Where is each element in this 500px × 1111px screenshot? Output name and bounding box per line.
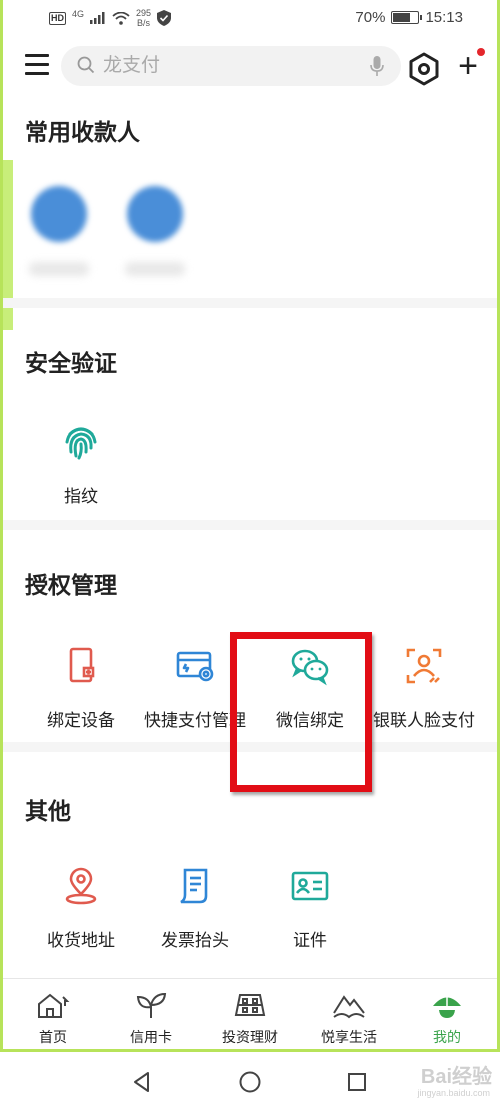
bind-device-label: 绑定设备	[47, 711, 115, 730]
net-speed: 295 B/s	[136, 8, 151, 28]
device-icon	[69, 647, 95, 683]
face-pay-label: 银联人脸支付	[373, 711, 475, 730]
wifi-icon	[112, 11, 130, 25]
clock: 15:13	[425, 9, 463, 26]
tab-lifestyle[interactable]: 悦享生活	[299, 991, 399, 1047]
id-card-icon	[291, 871, 329, 901]
investment-icon	[234, 994, 266, 1016]
address-item[interactable]: 收货地址	[21, 866, 141, 951]
fingerprint-label: 指纹	[64, 487, 98, 506]
status-bar: HD 4G 295 B/s 70% 15:13	[3, 0, 497, 36]
bind-device-item[interactable]: 绑定设备	[21, 646, 141, 731]
status-left: HD 4G 295 B/s	[49, 8, 172, 28]
id-label: 证件	[293, 931, 327, 950]
mountain-icon	[333, 995, 365, 1019]
card-settings-icon	[176, 651, 214, 682]
tab-credit-card[interactable]: 信用卡	[101, 991, 201, 1047]
top-bar: +	[3, 40, 497, 96]
payee-name-blurred	[29, 262, 89, 276]
home-button-icon[interactable]	[238, 1070, 262, 1094]
battery-icon	[391, 11, 423, 24]
network-label: 4G	[72, 9, 85, 19]
invoice-label: 发票抬头	[161, 931, 229, 950]
tab-investment[interactable]: 投资理财	[200, 991, 300, 1047]
tab-label: 悦享生活	[321, 1029, 377, 1045]
security-title: 安全验证	[25, 350, 117, 376]
tab-mine[interactable]: 我的	[397, 991, 497, 1047]
tab-label: 信用卡	[130, 1029, 172, 1045]
status-right: 70% 15:13	[355, 9, 463, 26]
sprout-icon	[136, 992, 167, 1018]
profile-icon	[433, 994, 461, 1018]
face-pay-icon	[406, 648, 442, 684]
microphone-icon[interactable]	[369, 55, 385, 77]
face-pay-item[interactable]: 银联人脸支付	[364, 646, 484, 731]
section-divider	[3, 520, 497, 530]
payees-title: 常用收款人	[25, 119, 140, 145]
fingerprint-icon	[65, 427, 97, 460]
settings-hex-icon[interactable]	[407, 52, 441, 86]
add-button[interactable]: +	[453, 49, 483, 83]
tab-home[interactable]: 首页	[3, 991, 103, 1047]
tab-bar: 首页 信用卡 投资理财 悦享生活 我的	[3, 978, 497, 1049]
invoice-icon	[180, 868, 208, 904]
fingerprint-item[interactable]: 指纹	[21, 422, 141, 507]
shield-icon	[157, 10, 172, 26]
battery-fill	[393, 13, 410, 22]
watermark-text: Bai经验	[420, 1066, 492, 1088]
invoice-item[interactable]: 发票抬头	[135, 866, 255, 951]
auth-title: 授权管理	[25, 572, 117, 598]
recents-icon[interactable]	[345, 1070, 369, 1094]
address-label: 收货地址	[47, 931, 115, 950]
signal-icon	[90, 12, 105, 24]
highlight-box	[230, 632, 372, 792]
search-bar[interactable]	[61, 46, 401, 86]
tab-label: 我的	[433, 1029, 461, 1045]
hd-badge: HD	[49, 11, 66, 25]
other-title: 其他	[25, 798, 71, 824]
tab-label: 投资理财	[222, 1029, 278, 1045]
net-speed-value: 295	[136, 8, 152, 18]
notification-dot	[477, 48, 485, 56]
app-frame: HD 4G 295B/s 70% 15:13 + 常用收款人 安全验证	[0, 0, 500, 1052]
system-nav-bar: Bai经验 jingyan.baidu.com	[0, 1052, 500, 1111]
id-item[interactable]: 证件	[250, 866, 370, 951]
tab-label: 首页	[39, 1029, 67, 1045]
battery-percent: 70%	[355, 9, 386, 26]
net-speed-unit: B/s	[137, 18, 151, 28]
search-icon	[77, 56, 95, 74]
payee-avatar[interactable]	[31, 186, 87, 242]
section-divider	[3, 298, 497, 308]
menu-icon[interactable]	[25, 54, 49, 78]
location-icon	[65, 867, 97, 905]
payee-avatar[interactable]	[127, 186, 183, 242]
payee-name-blurred	[125, 262, 185, 276]
search-input[interactable]	[103, 46, 363, 86]
home-icon	[38, 993, 70, 1018]
watermark-sub: jingyan.baidu.com	[417, 1088, 490, 1098]
back-icon[interactable]	[130, 1070, 154, 1094]
